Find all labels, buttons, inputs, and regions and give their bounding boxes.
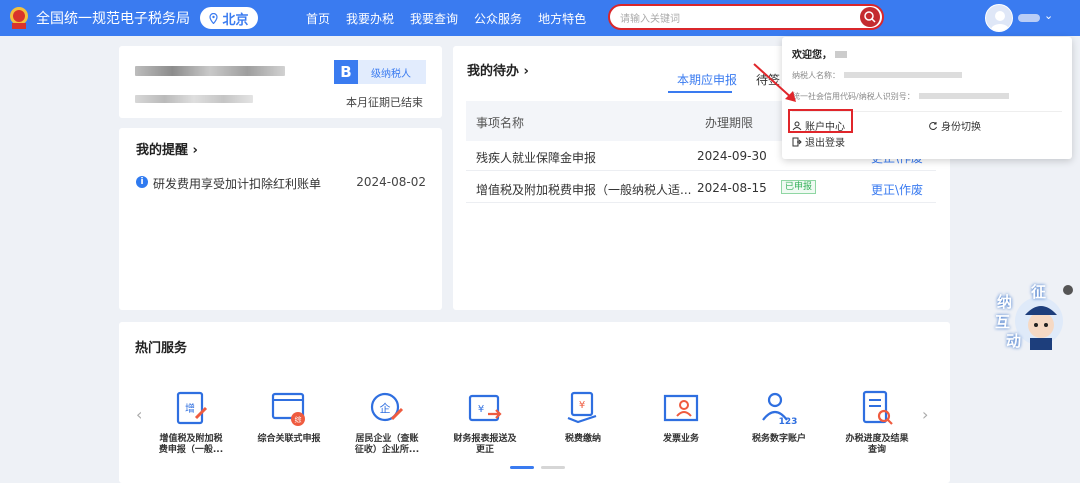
svg-text:综: 综 <box>295 415 302 424</box>
logout-icon <box>792 137 802 146</box>
correct-void-link[interactable]: 更正\作废 <box>871 181 923 198</box>
region-selector[interactable]: 北京 <box>200 7 258 29</box>
reminders-title[interactable]: 我的提醒 › <box>136 139 198 158</box>
column-header-deadline: 办理期限 <box>705 116 754 130</box>
svg-text:企: 企 <box>380 401 391 415</box>
mascot-close-button[interactable] <box>1063 285 1073 295</box>
logout-item[interactable]: 退出登录 <box>792 134 845 149</box>
service-label: 税务数字账户 <box>751 434 806 444</box>
service-label: 税费缴纳 <box>564 434 601 444</box>
chevron-down-icon[interactable]: ⌄ <box>1044 9 1053 22</box>
service-label: 发票业务 <box>662 434 699 444</box>
tax-payment-icon: ¥ <box>567 391 597 424</box>
mascot-char: 征 <box>1031 283 1047 301</box>
period-status: 本月征期已结束 <box>346 96 423 109</box>
vat-filing-icon: 增 <box>176 391 208 425</box>
tax-emblem-icon <box>10 7 28 29</box>
search-icon <box>864 11 876 23</box>
account-center-highlight <box>788 109 853 133</box>
info-icon: i <box>136 176 148 188</box>
level-label: 级纳税人 <box>371 69 411 80</box>
user-icon <box>991 11 1009 31</box>
todos-title[interactable]: 我的待办 › <box>467 60 529 79</box>
svg-text:¥: ¥ <box>478 404 484 415</box>
reminder-item[interactable]: i 研发费用享受加计扣除红利账单 2024-08-02 <box>136 175 426 191</box>
nav-tax-handling[interactable]: 我要办税 <box>346 10 394 27</box>
nav-public-service[interactable]: 公众服务 <box>474 10 522 27</box>
combined-filing-icon: 综 <box>271 392 305 426</box>
row-deadline: 2024-08-15 <box>697 181 767 195</box>
service-progress-query[interactable]: 办税进度及结果 查询 <box>832 388 922 456</box>
mascot-char: 纳 <box>997 293 1013 311</box>
active-tab-indicator <box>668 91 732 93</box>
mascot-char: 互 <box>995 313 1011 331</box>
search-input[interactable]: 请输入关键词 <box>620 10 680 25</box>
tab-current-period[interactable]: 本期应申报 <box>677 71 737 88</box>
main-nav: 首页 我要办税 我要查询 公众服务 地方特色 <box>306 0 586 36</box>
mascot-char: 动 <box>1006 332 1022 350</box>
service-corporate-income-tax[interactable]: 企 居民企业（查账 征收）企业所... <box>342 388 432 456</box>
table-row: 增值税及附加税费申报（一般纳税人适... 2024-08-15 已申报 更正\作… <box>466 173 936 203</box>
refresh-icon <box>929 121 937 130</box>
column-header-name: 事项名称 <box>476 116 525 130</box>
invoice-icon <box>663 394 699 422</box>
digital-account-icon: 123 <box>762 392 798 427</box>
nav-local-features[interactable]: 地方特色 <box>538 10 586 27</box>
status-badge: 已申报 <box>781 180 817 194</box>
carousel-next-button[interactable]: › <box>922 405 928 424</box>
search-button[interactable] <box>860 7 880 27</box>
corporate-tax-icon: 企 <box>370 392 404 422</box>
service-label: 综合关联式申报 <box>257 434 321 444</box>
progress-query-icon <box>862 390 893 425</box>
service-label: 办税进度及结果 查询 <box>845 434 909 455</box>
service-digital-account[interactable]: 123 税务数字账户 <box>734 388 824 445</box>
row-deadline: 2024-09-30 <box>697 149 767 163</box>
company-name-redacted <box>135 66 285 76</box>
site-title[interactable]: 全国统一规范电子税务局 <box>36 8 190 28</box>
level-letter: B <box>334 60 358 84</box>
service-combined-filing[interactable]: 综 综合关联式申报 <box>244 388 334 445</box>
search-box[interactable]: 请输入关键词 <box>608 4 884 30</box>
top-header: 全国统一规范电子税务局 北京 首页 我要办税 我要查询 公众服务 地方特色 请输… <box>0 0 1080 36</box>
service-label: 增值税及附加税 费申报（一般... <box>158 434 224 455</box>
row-item-name[interactable]: 残疾人就业保障金申报 <box>476 149 596 166</box>
reminder-text: 研发费用享受加计扣除红利账单 <box>153 177 322 191</box>
user-name-redacted[interactable] <box>1018 14 1040 22</box>
service-label: 居民企业（查账 征收）企业所... <box>354 434 420 455</box>
interaction-mascot[interactable]: 征 纳 互 动 <box>995 283 1075 353</box>
service-invoice[interactable]: 发票业务 <box>636 388 726 445</box>
taxpayer-level-badge: B 级纳税人 <box>334 60 426 84</box>
switch-identity-item[interactable]: 身份切换 <box>928 118 981 133</box>
service-vat-filing[interactable]: 增 增值税及附加税 费申报（一般... <box>146 388 236 456</box>
carousel-prev-button[interactable]: ‹ <box>136 405 142 424</box>
annotation-arrow <box>753 63 796 102</box>
carousel-dot-active[interactable] <box>510 466 534 469</box>
reminder-date: 2024-08-02 <box>356 175 426 189</box>
credit-code-label: 统一社会信用代码/纳税人识别号： <box>792 91 1009 102</box>
region-label: 北京 <box>222 12 249 28</box>
user-avatar[interactable] <box>985 4 1013 32</box>
nav-home[interactable]: 首页 <box>306 10 330 27</box>
carousel-dot[interactable] <box>541 466 565 469</box>
user-menu-dropdown: 欢迎您， 纳税人名称： 统一社会信用代码/纳税人识别号： 账户中心 身份切换 退… <box>782 37 1072 159</box>
welcome-text: 欢迎您， <box>792 46 847 61</box>
nav-query[interactable]: 我要查询 <box>410 10 458 27</box>
account-card: B 级纳税人 本月征期已结束 <box>119 46 442 118</box>
row-item-name[interactable]: 增值税及附加税费申报（一般纳税人适... <box>476 181 691 198</box>
service-label: 财务报表报送及 更正 <box>453 434 517 455</box>
tax-id-redacted <box>135 95 253 103</box>
svg-text:增: 增 <box>185 402 195 415</box>
svg-text:123: 123 <box>779 417 798 427</box>
svg-text:¥: ¥ <box>579 400 585 411</box>
hot-services-title: 热门服务 <box>135 341 188 356</box>
financial-report-icon: ¥ <box>468 394 502 422</box>
service-financial-statements[interactable]: ¥ 财务报表报送及 更正 <box>440 388 530 456</box>
service-tax-payment[interactable]: ¥ 税费缴纳 <box>538 388 628 445</box>
location-icon <box>209 12 219 24</box>
taxpayer-name-label: 纳税人名称： <box>792 70 962 81</box>
reminders-card: 我的提醒 › i 研发费用享受加计扣除红利账单 2024-08-02 <box>119 128 442 310</box>
